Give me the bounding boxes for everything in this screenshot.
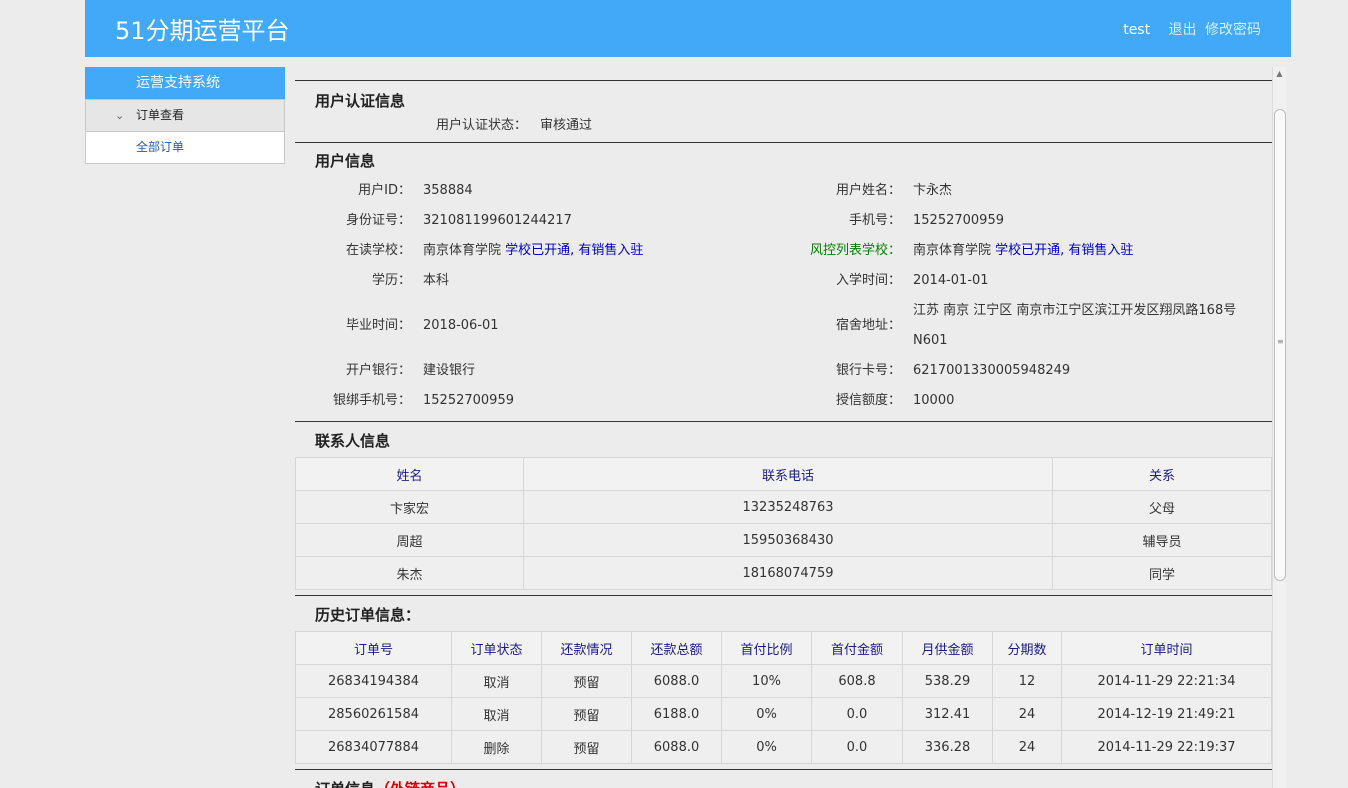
table-row: 周超 15950368430 辅导员 (295, 523, 1272, 557)
sidebar-header[interactable]: 运营支持系统 (85, 67, 285, 99)
history-title: 历史订单信息： (315, 606, 421, 624)
chevron-down-icon: ⌄ (115, 109, 125, 122)
scroll-up-icon[interactable]: ▲ (1275, 69, 1284, 78)
table-row[interactable]: 26834194384 取消 预留 6088.0 10% 608.8 538.2… (295, 664, 1272, 698)
user-info-section: 用户信息 用户ID： 358884 用户姓名： 卞永杰 身份证号： 321081… (295, 142, 1272, 416)
education-label: 学历： (371, 273, 411, 288)
contacts-section: 联系人信息 姓名 联系电话 关系 卞家宏 13235248763 父母 周超 1… (295, 421, 1272, 590)
bank-label: 开户银行： (345, 363, 411, 378)
bind-phone-label: 银绑手机号： (332, 393, 411, 408)
header-nav: test 退出 修改密码 (1113, 19, 1261, 39)
history-table: 订单号 订单状态 还款情况 还款总额 首付比例 首付金额 月供金额 分期数 订单… (295, 631, 1272, 764)
contacts-title: 联系人信息 (315, 432, 391, 450)
table-row: 卞家宏 13235248763 父母 (295, 490, 1272, 524)
bank-value: 建设银行 (423, 363, 476, 378)
app-title: 51分期运营平台 (115, 17, 290, 45)
credit-label: 授信额度： (835, 393, 901, 408)
idcard-label: 身份证号： (345, 213, 411, 228)
history-header: 月供金额 (902, 631, 993, 665)
sidebar-group-label: 订单查看 (136, 108, 185, 122)
enroll-value: 2014-01-01 (913, 273, 989, 288)
history-header: 订单号 (295, 631, 452, 665)
credit-value: 10000 (913, 393, 955, 408)
contacts-header: 联系电话 (523, 457, 1053, 491)
contacts-table: 姓名 联系电话 关系 卞家宏 13235248763 父母 周超 1595036… (295, 457, 1272, 590)
logout-link[interactable]: 退出 (1169, 22, 1197, 38)
user-name-value: 卞永杰 (913, 183, 953, 198)
grip-icon: ≡ (1277, 337, 1284, 346)
risk-school-label: 风控列表学校： (809, 243, 901, 258)
history-header: 订单状态 (451, 631, 542, 665)
table-row: 朱杰 18168074759 同学 (295, 556, 1272, 590)
idcard-value: 321081199601244217 (423, 213, 572, 228)
school-value: 南京体育学院 (423, 243, 502, 258)
user-id-label: 用户ID： (358, 183, 411, 198)
enroll-label: 入学时间： (835, 273, 901, 288)
history-header: 还款情况 (541, 631, 632, 665)
history-header: 首付金额 (811, 631, 903, 665)
auth-section: 用户认证信息 用户认证状态： 审核通过 (295, 80, 1272, 142)
card-label: 银行卡号： (835, 363, 901, 378)
vertical-scrollbar[interactable]: ▲ ≡ (1272, 67, 1286, 788)
bind-phone-value: 15252700959 (423, 393, 514, 408)
history-header: 首付比例 (721, 631, 812, 665)
school-label: 在读学校： (345, 243, 411, 258)
dorm-label: 宿舍地址： (835, 318, 901, 333)
auth-title: 用户认证信息 (315, 92, 406, 110)
school-note: 学校已开通, 有销售入驻 (505, 243, 644, 258)
graduation-value: 2018-06-01 (423, 318, 499, 333)
change-password-link[interactable]: 修改密码 (1205, 22, 1261, 38)
main-content: 用户认证信息 用户认证状态： 审核通过 用户信息 用户ID： 358884 用户… (295, 67, 1272, 788)
risk-school-note: 学校已开通, 有销售入驻 (995, 243, 1134, 258)
history-header: 分期数 (992, 631, 1062, 665)
user-name-label: 用户姓名： (835, 183, 901, 198)
graduation-label: 毕业时间： (345, 318, 411, 333)
sidebar-item-all-orders[interactable]: 全部订单 (85, 132, 285, 164)
username[interactable]: test (1123, 22, 1150, 38)
phone-value: 15252700959 (913, 213, 1004, 228)
history-header: 订单时间 (1061, 631, 1272, 665)
order-info-title: 订单信息 (315, 780, 375, 788)
top-header: 51分期运营平台 test 退出 修改密码 (85, 0, 1291, 57)
order-info-tag: （外链商品） (375, 780, 465, 788)
history-header: 还款总额 (631, 631, 722, 665)
card-value: 6217001330005948249 (913, 363, 1071, 378)
dorm-value-line1: 江苏 南京 江宁区 南京市江宁区滨江开发区翔凤路168号 (913, 303, 1237, 318)
contacts-header: 关系 (1052, 457, 1272, 491)
user-id-value: 358884 (423, 183, 473, 198)
sidebar: 运营支持系统 ⌄ 订单查看 全部订单 (85, 67, 285, 164)
table-row[interactable]: 26834077884 删除 预留 6088.0 0% 0.0 336.28 2… (295, 730, 1272, 764)
risk-school-value: 南京体育学院 (913, 243, 992, 258)
history-section: 历史订单信息： 订单号 订单状态 还款情况 还款总额 首付比例 首付金额 月供金… (295, 595, 1272, 764)
order-info-section: 订单信息（外链商品） (295, 769, 1272, 788)
dorm-value-line2: N601 (913, 333, 948, 348)
user-info-title: 用户信息 (315, 152, 376, 170)
table-row[interactable]: 28560261584 取消 预留 6188.0 0% 0.0 312.41 2… (295, 697, 1272, 731)
auth-status-value: 审核通过 (540, 118, 593, 133)
auth-status-label: 用户认证状态： (435, 118, 527, 133)
education-value: 本科 (423, 273, 450, 288)
phone-label: 手机号： (848, 213, 901, 228)
sidebar-group-orders[interactable]: ⌄ 订单查看 (85, 99, 285, 132)
contacts-header: 姓名 (295, 457, 524, 491)
